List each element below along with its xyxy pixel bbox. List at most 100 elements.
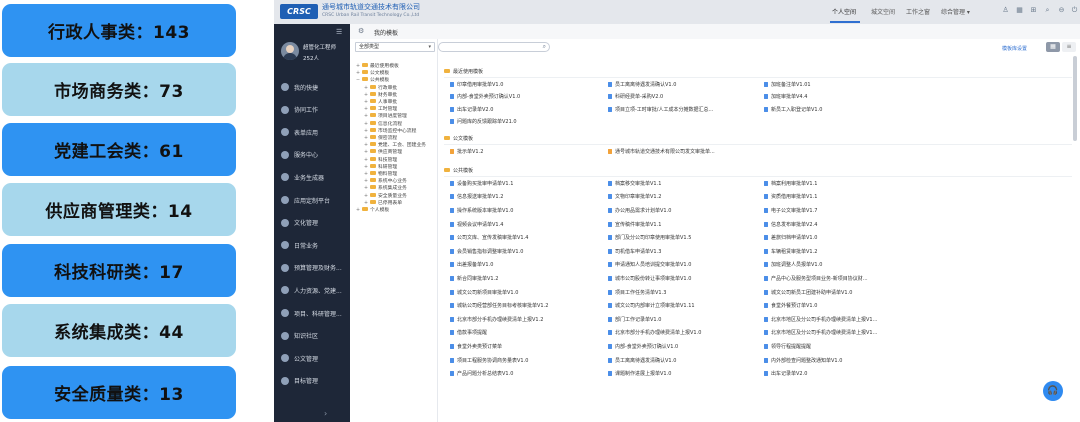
template-item[interactable]: 食堂外卖类预订菜单 [450, 343, 600, 351]
tree-node[interactable]: + 工时管理 [364, 106, 397, 113]
template-item[interactable]: 操作系统版本审批单V1.0 [450, 207, 600, 215]
template-item[interactable]: 领导行程提醒提醒 [764, 343, 914, 351]
template-item[interactable]: 北京市地区及分公司手机办理续费清单上报V1... [764, 329, 914, 337]
template-item[interactable]: 档案移交审批单V1.1 [608, 180, 758, 188]
tree-node[interactable]: + 已停用表单 [364, 199, 402, 207]
template-item[interactable]: 内部-食堂外卖预订确认V1.0 [450, 93, 600, 101]
template-item[interactable]: 北京市部分手机办理续费清单上报V1.0 [608, 329, 758, 337]
template-item[interactable]: 内部-食堂外卖预订确认V1.0 [608, 343, 758, 351]
sidebar-item[interactable]: 文化管理 [274, 214, 350, 232]
template-item[interactable]: 科研经费单-采购V2.0 [608, 93, 758, 101]
template-item[interactable]: 出车记录单V2.0 [450, 106, 600, 114]
sidebar-item[interactable]: 日常业务 [274, 236, 350, 254]
sidebar-item[interactable]: 项目、科研管理... [274, 304, 350, 322]
tree-node[interactable]: + 科研管理 [364, 163, 397, 171]
sidebar-collapse-icon[interactable]: ☰ [336, 28, 342, 36]
tree-node[interactable]: + 保密流程 [364, 135, 397, 142]
nav-personal-space[interactable]: 个人空间 [832, 7, 856, 16]
sidebar-item[interactable]: 我的快捷 [274, 78, 350, 96]
sidebar-item[interactable]: 公文管理 [274, 349, 350, 367]
template-item[interactable]: 信息报送审批单V1.2 [450, 193, 600, 201]
tree-node[interactable]: + 个人模板 [356, 207, 389, 214]
template-item[interactable]: 城文公司内部审计立项审批单V1.11 [608, 302, 758, 310]
template-item[interactable]: 城轨公司经营部任务目标考核审批单V1.2 [450, 302, 600, 310]
tree-node[interactable]: + 供应商管理 [364, 149, 402, 156]
gear-icon[interactable]: ⚙ [358, 27, 364, 35]
tree-node[interactable]: + 财务审批 [364, 91, 397, 99]
template-item[interactable]: 档案利用审批单V1.1 [764, 180, 914, 188]
power-icon[interactable]: ⏻ [1070, 6, 1079, 15]
search-icon[interactable]: ⌕ [1043, 6, 1052, 15]
template-item[interactable]: 借款事项提醒 [450, 329, 600, 337]
template-item[interactable]: 新合同审批单V1.2 [450, 275, 600, 283]
sidebar-item[interactable]: 目标管理 [274, 372, 350, 390]
section-header[interactable]: 公文模板 [444, 135, 473, 143]
template-item[interactable]: 部门及分公司印章使用审批单V1.5 [608, 234, 758, 242]
list-view-icon[interactable]: ≡ [1062, 42, 1076, 52]
template-item[interactable]: 项目立项-工时审批/人工成本分摊数据汇总... [608, 106, 758, 114]
template-item[interactable]: 申请通知人员培训提交审批单V1.0 [608, 261, 758, 269]
tree-node[interactable]: + 公文模板 [356, 70, 389, 77]
tree-node[interactable]: + 物料管理 [364, 171, 397, 178]
template-item[interactable]: 员工离离待遇发清确认V1.0 [608, 81, 758, 89]
user-icon[interactable]: ♙ [1001, 6, 1010, 15]
template-item[interactable]: 电子公文审批单V1.7 [764, 207, 914, 215]
sidebar-item[interactable]: 协同工作 [274, 101, 350, 119]
template-item[interactable]: 资质借用审批单V1.1 [764, 193, 914, 201]
template-item[interactable]: 项目工程服务协调商务量表V1.0 [450, 357, 600, 365]
template-item[interactable]: 加班审批单V4.4 [764, 93, 914, 101]
template-item[interactable]: 课题制作进展上报单V1.0 [608, 370, 758, 378]
template-item[interactable]: 城市公司股份转让事项审批单V1.0 [608, 275, 758, 283]
template-item[interactable]: 问题库的反馈跟踪单V21.0 [450, 118, 600, 126]
category-select[interactable]: 全部类型 ▾ [355, 42, 435, 52]
template-item[interactable]: 北京市部分手机办理续费清单上报V1.2 [450, 316, 600, 324]
tree-node[interactable]: + 信息化流程 [364, 120, 402, 128]
tree-node[interactable]: + 人事审批 [364, 99, 397, 106]
template-item[interactable]: 办公用品需求计划单V1.0 [608, 207, 758, 215]
scrollbar[interactable] [1073, 56, 1077, 141]
template-item[interactable]: 北京市地区及分公司手机办理续费清单上报V1... [764, 316, 914, 324]
template-item[interactable]: 城文公司新项目审批单V1.0 [450, 289, 600, 297]
template-item[interactable]: 司机借车申请单V1.3 [608, 248, 758, 256]
template-item[interactable]: 信息发布审批单V2.4 [764, 221, 914, 229]
template-item[interactable]: 城文公司新员工团建补助申请单V1.0 [764, 289, 914, 297]
grid-icon[interactable]: ▦ [1015, 6, 1024, 15]
tree-node[interactable]: + 市场监控中心流程 [364, 127, 416, 135]
tree-node[interactable]: + 最近使用模板 [356, 63, 399, 70]
template-item[interactable]: 项目工作任务清单V1.3 [608, 289, 758, 297]
sidebar-item[interactable]: 业务生成器 [274, 168, 350, 186]
search-input[interactable]: ⌕ [438, 42, 550, 52]
tree-node[interactable]: + 系统集成业务 [364, 185, 407, 192]
template-item[interactable]: 文物印章审批单V1.2 [608, 193, 758, 201]
sidebar-item[interactable]: 人力资源、党建... [274, 281, 350, 299]
template-item[interactable]: 食堂外餐预订单V1.0 [764, 302, 914, 310]
template-item[interactable]: 员工离离待遇发清确认V1.0 [608, 357, 758, 365]
sidebar-item[interactable]: 服务中心 [274, 146, 350, 164]
sidebar-item[interactable]: 预算管理及财务... [274, 259, 350, 277]
nav-city-space[interactable]: 城文空间 [871, 7, 895, 16]
template-item[interactable]: 产品中心及服务型项目业务-新项目协议财... [764, 275, 914, 283]
template-item[interactable]: 会员销售指标调整审批单V1.0 [450, 248, 600, 256]
template-settings-link[interactable]: 模板库设置 [1002, 45, 1027, 52]
nav-general-management[interactable]: 综合管理 ▾ [941, 7, 970, 16]
template-item[interactable]: 公司文库、宣传发稿审批单V1.4 [450, 234, 600, 242]
grid-view-icon[interactable]: ▦ [1046, 42, 1060, 52]
template-item[interactable]: 出差报备单V1.0 [450, 261, 600, 269]
sidebar-item[interactable]: 应用定制平台 [274, 191, 350, 209]
template-item[interactable]: 设备购买批审申请单V1.1 [450, 180, 600, 188]
template-item[interactable]: 批示单V1.2 [450, 148, 600, 156]
tree-node[interactable]: + 党建、工会、团建业务 [364, 142, 426, 149]
nav-work-window[interactable]: 工作之窗 [906, 7, 930, 16]
template-item[interactable]: 加班调整人员报单V1.0 [764, 261, 914, 269]
template-item[interactable]: 通号城市轨道交通技术有限公司发文审批单... [608, 148, 758, 156]
template-item[interactable]: 印章借用审批单V1.0 [450, 81, 600, 89]
template-item[interactable]: 视频会议申请单V1.4 [450, 221, 600, 229]
template-item[interactable]: 产品问题分析总结表V1.0 [450, 370, 600, 378]
apps-icon[interactable]: ⊞ [1029, 6, 1038, 15]
template-item[interactable]: 出车记录单V2.0 [764, 370, 914, 378]
template-item[interactable]: 内外部检查问题整改通知单V1.0 [764, 357, 914, 365]
chevron-right-icon[interactable]: › [324, 409, 327, 418]
template-item[interactable]: 车辆租赁审批单V1.2 [764, 248, 914, 256]
tree-node[interactable]: + 科技管理 [364, 156, 397, 164]
template-item[interactable]: 差旅归档申请单V1.0 [764, 234, 914, 242]
